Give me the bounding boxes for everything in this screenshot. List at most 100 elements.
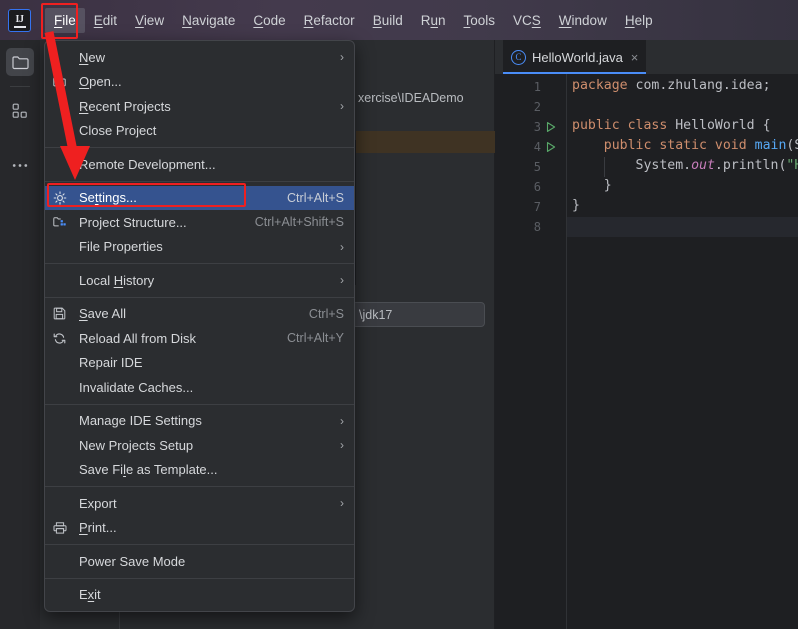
menu-item-icon-placeholder: [53, 413, 73, 429]
code-token: "H: [786, 158, 798, 173]
chevron-right-icon: ›: [340, 273, 344, 288]
main-menu-bar: IJ File Edit View Navigate Code Refactor Build…: [0, 0, 798, 40]
menubar-item-refactor[interactable]: Refactor: [295, 8, 364, 33]
line-number: 8: [533, 220, 541, 234]
code-token: out: [691, 158, 715, 173]
line-number: 7: [533, 200, 541, 214]
code-line: public class HelloWorld {: [572, 116, 771, 136]
menu-item-repair-ide[interactable]: Repair IDE: [45, 351, 354, 376]
caret-line-highlight: [567, 217, 798, 237]
close-icon[interactable]: ×: [631, 50, 639, 65]
code-token: package: [572, 78, 636, 93]
menu-item-open[interactable]: Open...: [45, 70, 354, 95]
code-editor[interactable]: 1 2 3 4 5 6 7 8 package com.zhulang.idea; public…: [495, 74, 798, 629]
code-line: }: [572, 196, 580, 216]
menubar-item-window[interactable]: Window: [550, 8, 616, 33]
menu-item-shortcut: Ctrl+Alt+Shift+S: [254, 215, 344, 230]
menu-item-label: Local History: [79, 272, 155, 288]
menubar-item-help[interactable]: Help: [616, 8, 662, 33]
menu-item-shortcut: Ctrl+S: [308, 306, 344, 321]
menu-item-new[interactable]: New ›: [45, 45, 354, 70]
code-line: System.out.println("H: [572, 156, 798, 176]
menubar-item-navigate[interactable]: Navigate: [173, 8, 244, 33]
run-gutter-icon[interactable]: [545, 121, 557, 133]
menu-item-label: Repair IDE: [79, 355, 143, 371]
sdk-path-field[interactable]: \jdk17: [352, 302, 485, 327]
code-token: main: [754, 138, 787, 153]
menu-item-file-properties[interactable]: File Properties ›: [45, 235, 354, 260]
code-content[interactable]: package com.zhulang.idea; public class He…: [567, 74, 798, 629]
chevron-right-icon: ›: [340, 413, 344, 428]
gear-icon: [53, 190, 73, 206]
menu-item-label: Invalidate Caches...: [79, 379, 194, 395]
menu-item-invalidate-caches[interactable]: Invalidate Caches...: [45, 375, 354, 400]
menu-item-save-all[interactable]: Save All Ctrl+S: [45, 302, 354, 327]
tool-strip-divider: [10, 86, 30, 87]
run-gutter-icon[interactable]: [545, 141, 557, 153]
editor-area: C HelloWorld.java × 1 2 3 4 5 6 7 8 package com…: [495, 40, 798, 629]
line-number: 3: [533, 120, 541, 134]
menubar-item-tools[interactable]: Tools: [455, 8, 505, 33]
menu-separator: [45, 486, 354, 487]
menu-item-icon-placeholder: [53, 587, 73, 603]
menu-item-label: Project Structure...: [79, 214, 187, 230]
menu-item-recent-projects[interactable]: Recent Projects ›: [45, 94, 354, 119]
code-line: public static void main(S: [572, 136, 798, 156]
menu-item-exit[interactable]: Exit: [45, 583, 354, 608]
menu-item-label: Print...: [79, 520, 117, 536]
menu-item-save-file-as-template[interactable]: Save File as Template...: [45, 458, 354, 483]
menu-separator: [45, 403, 354, 405]
menu-item-settings[interactable]: Settings... Ctrl+Alt+S: [45, 185, 354, 210]
menu-item-label: Reload All from Disk: [79, 330, 197, 346]
menu-item-icon-placeholder: [53, 462, 73, 478]
menu-item-icon-placeholder: [53, 553, 73, 569]
menubar-item-vcs[interactable]: VCS: [504, 8, 550, 33]
background-highlighted-row: [356, 131, 495, 153]
editor-gutter[interactable]: 1 2 3 4 5 6 7 8: [495, 74, 567, 629]
intellij-idea-logo[interactable]: IJ: [8, 8, 31, 32]
menu-item-label: New: [79, 49, 106, 65]
menubar-item-view[interactable]: View: [126, 8, 173, 33]
menu-item-new-projects-setup[interactable]: New Projects Setup ›: [45, 433, 354, 458]
menu-item-label: Settings...: [79, 190, 137, 206]
menu-items-container: File Edit View Navigate Code Refactor Build Run…: [45, 7, 662, 33]
project-tool-window-icon[interactable]: [6, 48, 34, 76]
menu-item-label: Remote Development...: [79, 156, 216, 172]
background-project-path: xercise\IDEADemo: [358, 91, 464, 105]
file-menu-popup[interactable]: New › Open... Recent Projects › Close Project…: [44, 40, 355, 612]
menu-item-icon-placeholder: [53, 239, 73, 255]
menu-item-power-save-mode[interactable]: Power Save Mode: [45, 549, 354, 574]
menu-item-remote-development[interactable]: Remote Development...: [45, 152, 354, 177]
chevron-right-icon: ›: [340, 50, 344, 65]
menu-item-icon-placeholder: [53, 437, 73, 453]
menubar-item-build[interactable]: Build: [364, 8, 412, 33]
menu-item-close-project[interactable]: Close Project: [45, 119, 354, 144]
line-number: 2: [533, 100, 541, 114]
editor-tab-helloworld[interactable]: C HelloWorld.java ×: [503, 40, 647, 74]
editor-tab-bar: C HelloWorld.java ×: [495, 40, 798, 74]
menu-item-local-history[interactable]: Local History ›: [45, 268, 354, 293]
menu-item-print[interactable]: Print...: [45, 516, 354, 541]
menu-item-icon-placeholder: [53, 379, 73, 395]
menu-item-reload-all-from-disk[interactable]: Reload All from Disk Ctrl+Alt+Y: [45, 326, 354, 351]
code-token: HelloWorld: [675, 118, 755, 133]
menubar-item-code[interactable]: Code: [244, 8, 294, 33]
menu-item-label: Save File as Template...: [79, 462, 218, 478]
menu-item-label: File Properties: [79, 239, 163, 255]
menu-item-label: Exit: [79, 587, 101, 603]
structure-tool-window-icon[interactable]: [6, 97, 34, 125]
menubar-item-run[interactable]: Run: [412, 8, 455, 33]
menubar-item-file[interactable]: File: [45, 7, 85, 33]
code-token: System.: [572, 158, 692, 173]
menu-item-project-structure[interactable]: Project Structure... Ctrl+Alt+Shift+S: [45, 210, 354, 235]
java-class-icon: C: [511, 49, 526, 65]
menu-item-icon-placeholder: [53, 495, 73, 511]
sdk-path-value: \jdk17: [359, 307, 393, 322]
class-icon-letter: C: [515, 52, 522, 62]
menu-item-manage-ide-settings[interactable]: Manage IDE Settings ›: [45, 409, 354, 434]
save-icon: [53, 306, 73, 322]
more-tool-windows-icon[interactable]: [6, 151, 34, 179]
menu-item-export[interactable]: Export ›: [45, 491, 354, 516]
code-token: public static void: [572, 138, 755, 153]
menubar-item-edit[interactable]: Edit: [85, 8, 126, 33]
